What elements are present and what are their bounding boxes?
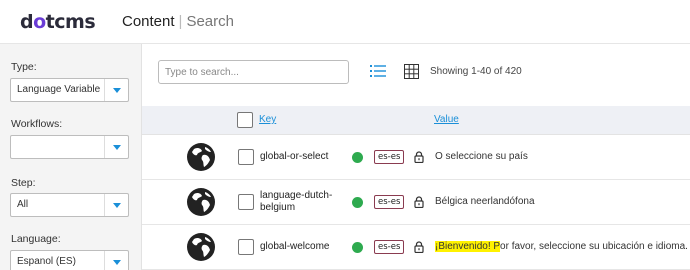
workflows-dropdown-toggle[interactable]: [104, 136, 128, 158]
highlighted-text: ¡Bienvenido! P: [435, 241, 501, 252]
workflows-label: Workflows:: [11, 118, 63, 130]
language-dropdown[interactable]: Espanol (ES): [10, 250, 129, 270]
app-header: dotcms Content | Search: [0, 0, 690, 44]
lock-icon[interactable]: [414, 151, 424, 163]
row-value-rest: or favor, seleccione su ubicación e idio…: [500, 241, 688, 252]
row-checkbox[interactable]: [238, 149, 254, 165]
lock-icon[interactable]: [414, 241, 424, 253]
breadcrumb-separator: |: [178, 13, 183, 30]
step-dropdown-toggle[interactable]: [104, 194, 128, 216]
lock-icon[interactable]: [414, 196, 424, 208]
language-badge: es-es: [374, 240, 405, 254]
type-label: Type:: [11, 61, 37, 73]
status-indicator: [352, 197, 363, 208]
dotcms-logo[interactable]: dotcms: [20, 11, 96, 33]
globe-icon: [187, 143, 215, 171]
grid-icon[interactable]: [404, 64, 419, 79]
step-label: Step:: [11, 177, 36, 189]
filter-sidebar: Type: Language Variable Workflows: Step:…: [0, 44, 142, 270]
table-header: Key Value: [142, 106, 690, 135]
globe-icon: [187, 188, 215, 216]
row-value: ¡Bienvenido! Por favor, seleccione su ub…: [435, 241, 688, 252]
language-label: Language:: [11, 233, 61, 245]
table-row[interactable]: language-dutch- belgium es-es Bélgica ne…: [142, 180, 690, 225]
search-input[interactable]: [158, 60, 349, 84]
breadcrumb-search: Search: [186, 13, 234, 30]
row-checkbox[interactable]: [238, 239, 254, 255]
step-dropdown[interactable]: All: [10, 193, 129, 217]
select-all-checkbox[interactable]: [237, 112, 253, 128]
row-key[interactable]: global-welcome: [260, 241, 329, 253]
results-count: Showing 1-40 of 420: [430, 66, 522, 77]
type-dropdown-value: Language Variable: [17, 84, 101, 95]
row-key[interactable]: language-dutch- belgium: [260, 190, 332, 214]
status-indicator: [352, 242, 363, 253]
language-badge: es-es: [374, 195, 405, 209]
row-checkbox[interactable]: [238, 194, 254, 210]
row-value: O seleccione su país: [435, 151, 528, 162]
chevron-down-icon: [113, 260, 121, 265]
language-dropdown-value: Espanol (ES): [17, 256, 76, 267]
row-value: Bélgica neerlandófona: [435, 196, 535, 207]
logo-text-prefix: d: [20, 11, 34, 33]
chevron-down-icon: [113, 88, 121, 93]
breadcrumb-content[interactable]: Content: [122, 13, 175, 30]
language-badge: es-es: [374, 150, 405, 164]
table-row[interactable]: global-welcome es-es ¡Bienvenido! Por fa…: [142, 225, 690, 270]
logo-text-dot: o: [33, 11, 46, 33]
language-dropdown-toggle[interactable]: [104, 251, 128, 270]
type-dropdown-toggle[interactable]: [104, 79, 128, 101]
row-key[interactable]: global-or-select: [260, 151, 328, 163]
chevron-down-icon: [113, 203, 121, 208]
breadcrumb: Content | Search: [122, 13, 234, 31]
list-icon[interactable]: [370, 64, 386, 78]
chevron-down-icon: [113, 145, 121, 150]
type-dropdown[interactable]: Language Variable: [10, 78, 129, 102]
status-indicator: [352, 152, 363, 163]
column-header-value[interactable]: Value: [434, 114, 459, 125]
step-dropdown-value: All: [17, 199, 29, 210]
workflows-dropdown[interactable]: [10, 135, 129, 159]
logo-text-suffix: tcms: [45, 11, 96, 33]
column-header-key[interactable]: Key: [259, 114, 276, 125]
globe-icon: [187, 233, 215, 261]
table-row[interactable]: global-or-select es-es O seleccione su p…: [142, 135, 690, 180]
